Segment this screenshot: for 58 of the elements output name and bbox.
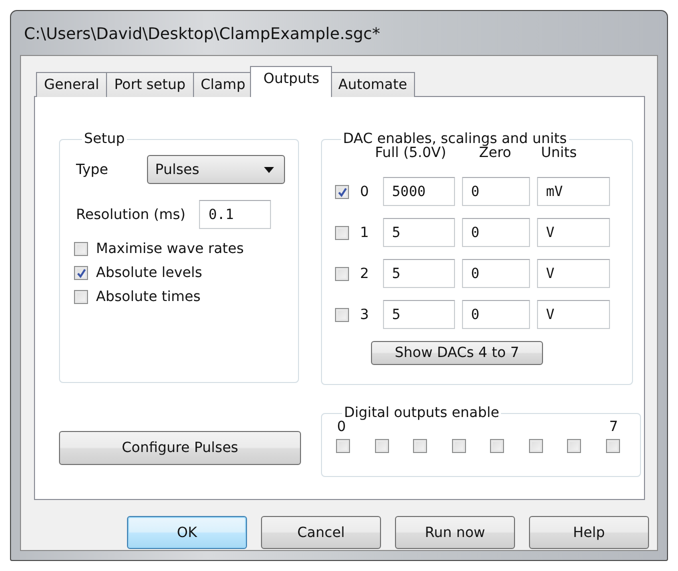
checkbox[interactable] (74, 266, 88, 280)
bit-label: 0 (337, 419, 346, 435)
full-scale-field[interactable]: 5000 (383, 177, 455, 206)
full-scale-field[interactable]: 5 (383, 300, 455, 329)
column-header: Zero (479, 145, 512, 163)
checkbox[interactable] (335, 266, 349, 280)
checkbox[interactable] (413, 439, 428, 453)
units-field[interactable]: V (537, 259, 610, 288)
column-header: Units (541, 145, 578, 163)
dialog-button[interactable]: Help (529, 516, 649, 549)
field-label: Resolution (ms) (76, 206, 186, 222)
window-title: C:\Users\David\Desktop\ClampExample.sgc* (24, 24, 380, 42)
checkbox[interactable] (74, 290, 88, 304)
checkbox[interactable] (606, 439, 620, 453)
channel-number: 3 (359, 306, 370, 322)
checkbox[interactable] (336, 439, 350, 453)
checkbox[interactable] (374, 439, 389, 453)
zero-field[interactable]: 0 (462, 300, 530, 329)
column-header: Full (5.0V) (375, 145, 446, 163)
dialog-button[interactable]: OK (127, 516, 247, 549)
checkbox[interactable] (335, 308, 349, 322)
checkbox[interactable] (528, 439, 543, 453)
group-title: DAC enables, scalings and units (342, 131, 567, 147)
full-scale-field[interactable]: 5 (383, 218, 455, 247)
units-field[interactable]: V (537, 218, 610, 247)
resolution-field[interactable]: 0.1 (199, 200, 272, 229)
checkbox[interactable] (74, 242, 88, 256)
show-dacs-button[interactable]: Show DACs 4 to 7 (371, 341, 543, 365)
group-title: Setup (83, 131, 126, 147)
configure-pulses-button[interactable]: Configure Pulses (59, 431, 301, 465)
group-title: Digital outputs enable (344, 405, 500, 421)
checkbox[interactable] (335, 226, 349, 240)
tab[interactable]: Port setup (106, 72, 194, 97)
type-dropdown[interactable]: Pulses (147, 155, 286, 184)
full-scale-field[interactable]: 5 (383, 259, 455, 288)
checkbox-label: Maximise wave rates (96, 241, 244, 257)
checkbox[interactable] (335, 184, 349, 198)
checkbox-label: Absolute times (96, 289, 201, 305)
channel-number: 1 (359, 224, 370, 240)
checkbox[interactable] (452, 439, 466, 453)
checkbox[interactable] (490, 439, 504, 453)
channel-number: 0 (359, 184, 370, 200)
tab[interactable]: General (36, 72, 108, 97)
checkbox-label: Absolute levels (96, 265, 202, 281)
zero-field[interactable]: 0 (462, 218, 530, 247)
bit-label: 7 (609, 419, 618, 435)
field-label: Type (76, 162, 108, 178)
dropdown-arrow-icon (264, 166, 274, 172)
tab[interactable]: Automate (330, 72, 416, 97)
dialog-button[interactable]: Cancel (261, 516, 381, 549)
units-field[interactable]: V (537, 300, 610, 329)
channel-number: 2 (359, 266, 370, 282)
dialog-button[interactable]: Run now (395, 516, 515, 549)
zero-field[interactable]: 0 (462, 259, 530, 288)
units-field[interactable]: mV (537, 177, 610, 206)
tab[interactable]: Outputs (250, 66, 332, 97)
zero-field[interactable]: 0 (462, 177, 530, 206)
checkbox[interactable] (567, 439, 582, 453)
